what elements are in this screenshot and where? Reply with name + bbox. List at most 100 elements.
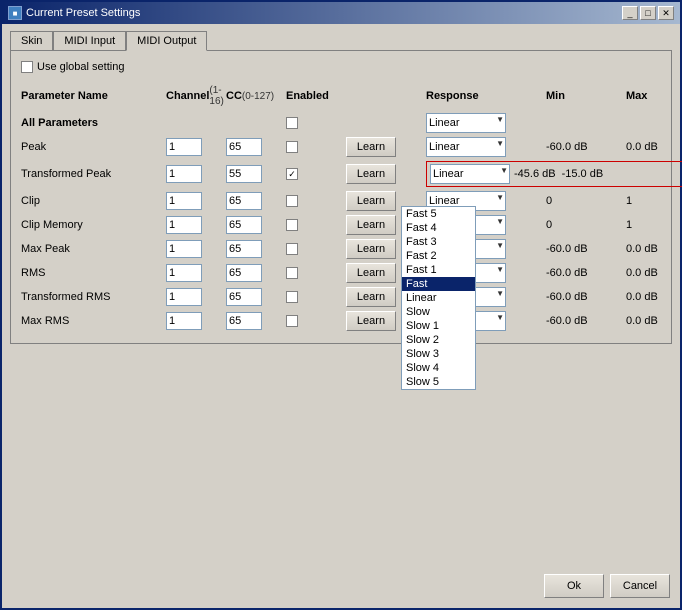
response-select-wrapper-transformed-peak: Linear <box>430 164 510 184</box>
param-name-transformed-peak: Transformed Peak <box>21 168 166 180</box>
dropdown-item-linear[interactable]: Linear <box>402 291 475 305</box>
learn-transformed-peak: Learn <box>346 164 426 184</box>
response-select-transformed-peak[interactable]: Linear <box>430 164 510 184</box>
learn-button-rms[interactable]: Learn <box>346 263 396 283</box>
main-window: ■ Current Preset Settings _ □ ✕ Skin MID… <box>0 0 682 610</box>
param-name-rms: RMS <box>21 267 166 279</box>
channel-clip-memory <box>166 216 226 234</box>
learn-button-clip[interactable]: Learn <box>346 191 396 211</box>
ok-button[interactable]: Ok <box>544 574 604 598</box>
enabled-checkbox-clip[interactable] <box>286 195 298 207</box>
enabled-all <box>286 117 346 129</box>
cc-input-transformed-rms[interactable] <box>226 288 262 306</box>
min-rms: -60.0 dB <box>546 267 626 279</box>
dropdown-item-slow1[interactable]: Slow 1 <box>402 319 475 333</box>
enabled-clip <box>286 195 346 207</box>
min-max-peak: -60.0 dB <box>546 243 626 255</box>
learn-button-peak[interactable]: Learn <box>346 137 396 157</box>
tab-midi-output[interactable]: MIDI Output <box>126 31 207 51</box>
channel-input-max-rms[interactable] <box>166 312 202 330</box>
close-button[interactable]: ✕ <box>658 6 674 20</box>
enabled-checkbox-transformed-rms[interactable] <box>286 291 298 303</box>
titlebar: ■ Current Preset Settings _ □ ✕ <box>2 2 680 24</box>
tab-skin[interactable]: Skin <box>10 31 53 51</box>
channel-input-clip[interactable] <box>166 192 202 210</box>
param-name-max-rms: Max RMS <box>21 315 166 327</box>
titlebar-icon: ■ <box>8 6 22 20</box>
enabled-transformed-rms <box>286 291 346 303</box>
max-clip: 1 <box>626 195 682 207</box>
dropdown-item-fast4[interactable]: Fast 4 <box>402 221 475 235</box>
cc-input-rms[interactable] <box>226 264 262 282</box>
channel-input-clip-memory[interactable] <box>166 216 202 234</box>
enabled-checkbox-max-rms[interactable] <box>286 315 298 327</box>
channel-input-transformed-peak[interactable] <box>166 165 202 183</box>
learn-button-max-peak[interactable]: Learn <box>346 239 396 259</box>
col-max: Max <box>626 85 682 107</box>
dropdown-item-fast3[interactable]: Fast 3 <box>402 235 475 249</box>
tab-midi-input[interactable]: MIDI Input <box>53 31 126 51</box>
max-clip-memory: 1 <box>626 219 682 231</box>
learn-button-transformed-rms[interactable]: Learn <box>346 287 396 307</box>
enabled-peak <box>286 141 346 153</box>
dropdown-item-slow[interactable]: Slow <box>402 305 475 319</box>
col-param-name: Parameter Name <box>21 85 166 107</box>
table-row-transformed-peak: Transformed Peak Learn Linear <box>21 159 661 189</box>
max-max-peak: 0.0 dB <box>626 243 682 255</box>
learn-peak: Learn <box>346 137 426 157</box>
enabled-checkbox-max-peak[interactable] <box>286 243 298 255</box>
use-global-row: Use global setting <box>21 61 661 73</box>
max-transformed-peak: -15.0 dB <box>560 168 606 180</box>
cancel-button[interactable]: Cancel <box>610 574 670 598</box>
learn-button-max-rms[interactable]: Learn <box>346 311 396 331</box>
footer: Ok Cancel <box>544 574 670 598</box>
channel-clip <box>166 192 226 210</box>
enabled-checkbox-rms[interactable] <box>286 267 298 279</box>
channel-input-peak[interactable] <box>166 138 202 156</box>
enabled-checkbox-peak[interactable] <box>286 141 298 153</box>
dropdown-item-slow2[interactable]: Slow 2 <box>402 333 475 347</box>
dropdown-item-fast1[interactable]: Fast 1 <box>402 263 475 277</box>
param-name-peak: Peak <box>21 141 166 153</box>
enabled-clip-memory <box>286 219 346 231</box>
cc-input-clip[interactable] <box>226 192 262 210</box>
min-clip: 0 <box>546 195 626 207</box>
enabled-checkbox-all[interactable] <box>286 117 298 129</box>
min-clip-memory: 0 <box>546 219 626 231</box>
minimize-button[interactable]: _ <box>622 6 638 20</box>
cc-input-transformed-peak[interactable] <box>226 165 262 183</box>
window-title: Current Preset Settings <box>26 7 140 19</box>
dropdown-item-slow4[interactable]: Slow 4 <box>402 361 475 375</box>
cc-max-peak <box>226 240 286 258</box>
cc-input-max-rms[interactable] <box>226 312 262 330</box>
cc-input-peak[interactable] <box>226 138 262 156</box>
param-name-transformed-rms: Transformed RMS <box>21 291 166 303</box>
response-all: Linear <box>426 113 546 133</box>
maximize-button[interactable]: □ <box>640 6 656 20</box>
min-peak: -60.0 dB <box>546 141 626 153</box>
table-row-max-peak: Max Peak Learn Linear <box>21 237 661 261</box>
dropdown-item-slow5[interactable]: Slow 5 <box>402 375 475 389</box>
response-select-peak[interactable]: Linear <box>426 137 506 157</box>
channel-input-max-peak[interactable] <box>166 240 202 258</box>
enabled-max-rms <box>286 315 346 327</box>
learn-button-transformed-peak[interactable]: Learn <box>346 164 396 184</box>
cc-input-clip-memory[interactable] <box>226 216 262 234</box>
dropdown-item-fast[interactable]: Fast <box>402 277 475 291</box>
dropdown-item-fast2[interactable]: Fast 2 <box>402 249 475 263</box>
max-max-rms: 0.0 dB <box>626 315 682 327</box>
titlebar-left: ■ Current Preset Settings <box>8 6 140 20</box>
enabled-checkbox-transformed-peak[interactable] <box>286 168 298 180</box>
channel-input-rms[interactable] <box>166 264 202 282</box>
channel-input-transformed-rms[interactable] <box>166 288 202 306</box>
cc-input-max-peak[interactable] <box>226 240 262 258</box>
response-select-all[interactable]: Linear <box>426 113 506 133</box>
enabled-max-peak <box>286 243 346 255</box>
dropdown-item-slow3[interactable]: Slow 3 <box>402 347 475 361</box>
use-global-checkbox[interactable] <box>21 61 33 73</box>
enabled-checkbox-clip-memory[interactable] <box>286 219 298 231</box>
dropdown-item-fast5[interactable]: Fast 5 <box>402 207 475 221</box>
channel-transformed-rms <box>166 288 226 306</box>
param-name-clip-memory: Clip Memory <box>21 219 166 231</box>
learn-button-clip-memory[interactable]: Learn <box>346 215 396 235</box>
